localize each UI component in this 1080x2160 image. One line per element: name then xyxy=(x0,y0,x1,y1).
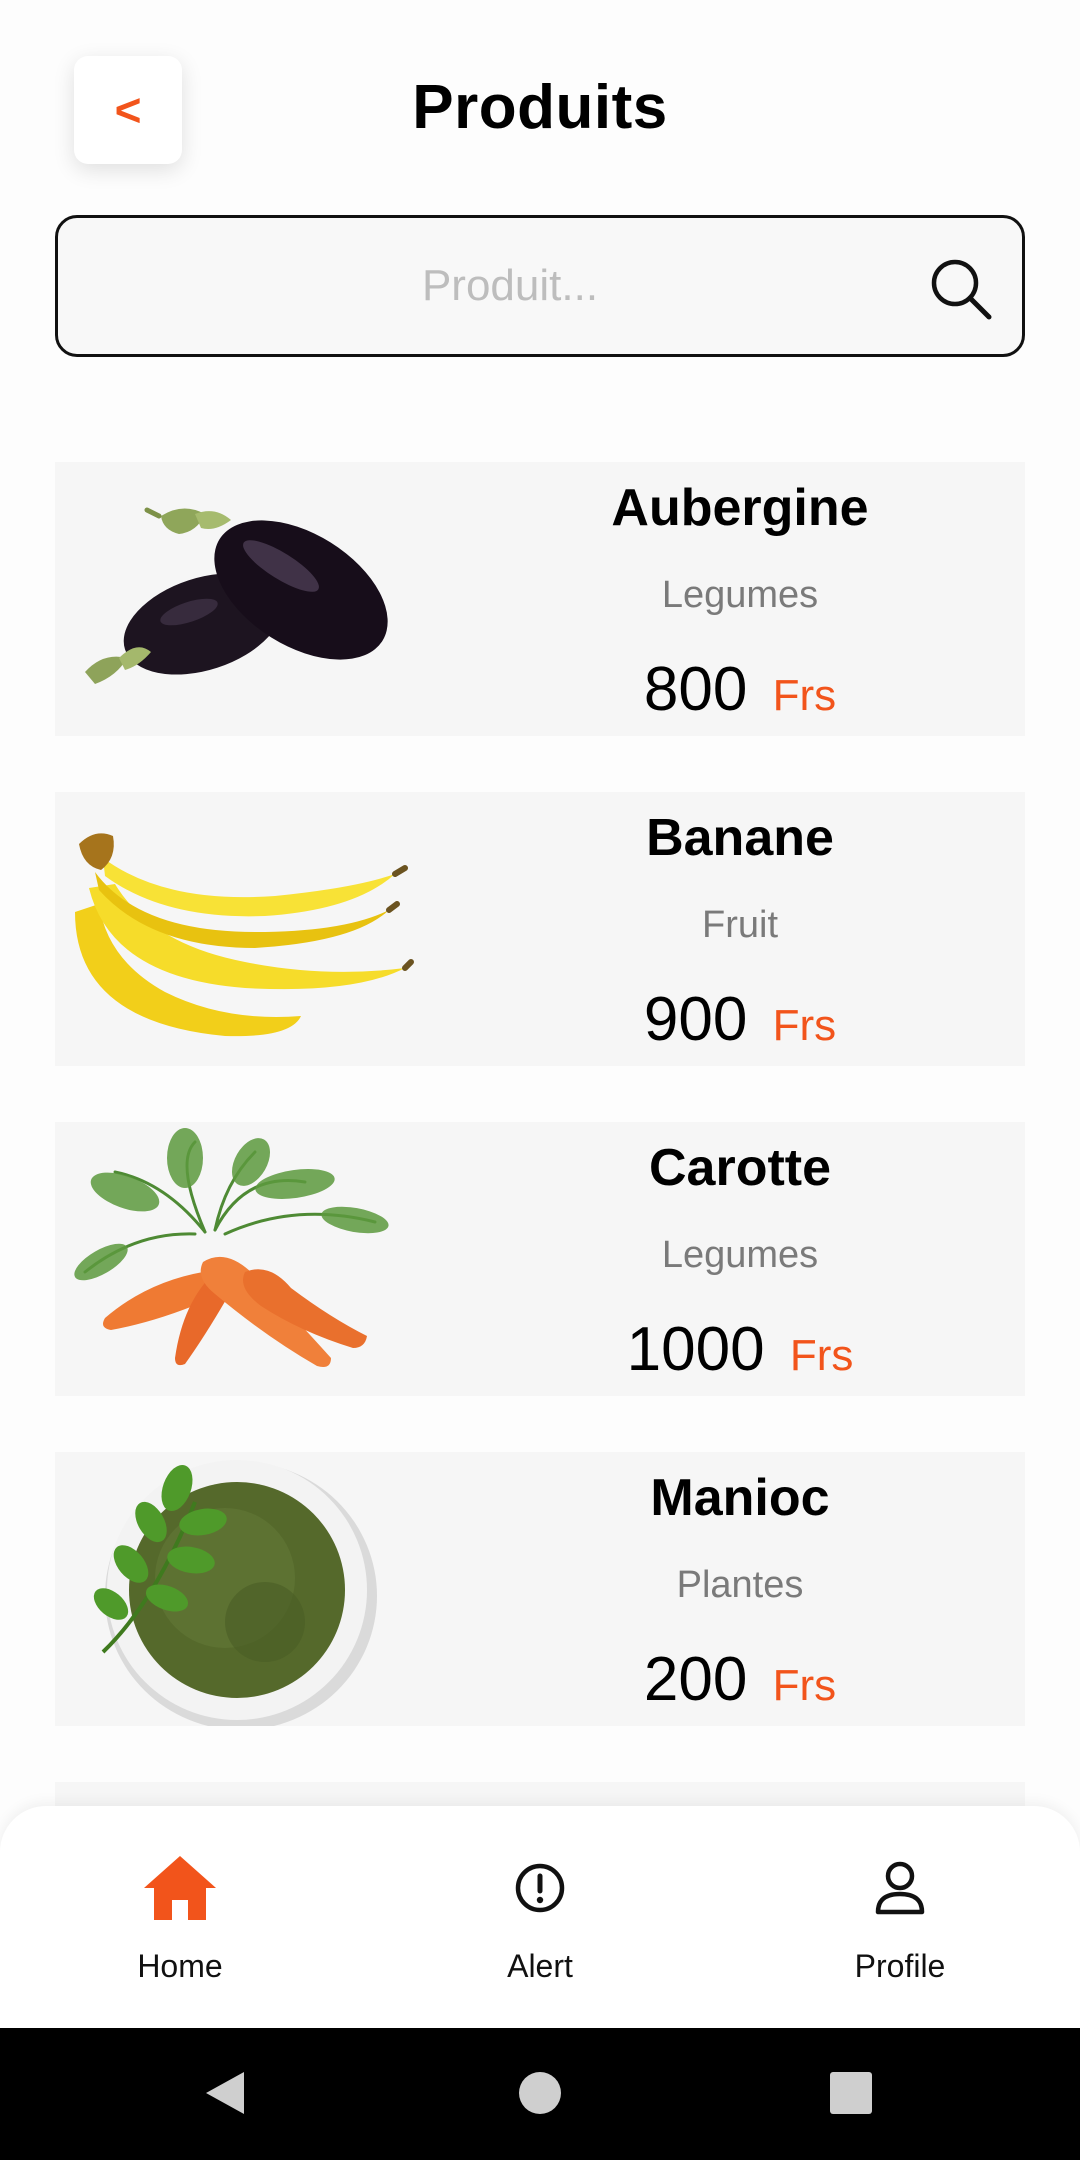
nav-label: Alert xyxy=(507,1948,573,1984)
product-name: Carotte xyxy=(648,1139,832,1197)
product-price-value: 1000 xyxy=(626,1315,765,1384)
product-name: Aubergine xyxy=(611,479,869,537)
carrot-image xyxy=(74,1128,389,1367)
powder-bowl-image xyxy=(93,1460,377,1726)
search-icon[interactable] xyxy=(926,254,996,324)
product-price: 1000 Frs xyxy=(455,1314,1025,1385)
product-price: 800 Frs xyxy=(455,654,1025,725)
product-info: Carotte Legumes 1000 Frs xyxy=(455,1122,1025,1396)
product-price: 200 Frs xyxy=(455,1644,1025,1715)
banana-image xyxy=(75,833,414,1037)
system-home-icon[interactable] xyxy=(515,2068,565,2118)
profile-icon xyxy=(875,1861,925,1915)
product-category: Legumes xyxy=(661,574,819,616)
page-title: Produits xyxy=(412,73,668,142)
system-back-icon[interactable] xyxy=(200,2068,250,2118)
product-category: Plantes xyxy=(676,1564,804,1606)
nav-item-alert[interactable]: Alert xyxy=(420,1806,660,2028)
nav-label: Profile xyxy=(854,1948,946,1984)
product-card-manioc[interactable]: Manioc Plantes 200 Frs xyxy=(55,1452,1025,1726)
search-input[interactable] xyxy=(58,218,1022,354)
product-currency: Frs xyxy=(772,1001,837,1050)
nav-item-profile[interactable]: Profile xyxy=(780,1806,1020,2028)
nav-label: Home xyxy=(137,1948,223,1984)
product-list[interactable]: Aubergine Legumes 800 Frs Banane Fruit 9… xyxy=(55,462,1025,1806)
product-info: Aubergine Legumes 800 Frs xyxy=(455,462,1025,736)
product-price-value: 800 xyxy=(643,655,748,724)
product-price-value: 200 xyxy=(643,1645,748,1714)
eggplant-image xyxy=(85,507,388,684)
product-category: Legumes xyxy=(661,1234,819,1276)
product-card-carotte[interactable]: Carotte Legumes 1000 Frs xyxy=(55,1122,1025,1396)
home-icon xyxy=(144,1856,216,1920)
alert-icon xyxy=(515,1863,565,1913)
product-name: Manioc xyxy=(650,1469,830,1527)
product-currency: Frs xyxy=(772,671,837,720)
nav-item-home[interactable]: Home xyxy=(60,1806,300,2028)
system-recents-icon[interactable] xyxy=(828,2070,874,2116)
product-info: Manioc Plantes 200 Frs xyxy=(455,1452,1025,1726)
product-category: Fruit xyxy=(702,904,778,946)
product-card-banane[interactable]: Banane Fruit 900 Frs xyxy=(55,792,1025,1066)
bottom-nav: Home Alert Profile xyxy=(0,1806,1080,2028)
search-bar[interactable] xyxy=(55,215,1025,357)
product-currency: Frs xyxy=(789,1331,854,1380)
product-name: Banane xyxy=(646,809,834,867)
product-card-aubergine[interactable]: Aubergine Legumes 800 Frs xyxy=(55,462,1025,736)
product-info: Banane Fruit 900 Frs xyxy=(455,792,1025,1066)
product-price-value: 900 xyxy=(643,985,748,1054)
product-price: 900 Frs xyxy=(455,984,1025,1055)
product-card-partial[interactable] xyxy=(55,1782,1025,1806)
product-currency: Frs xyxy=(772,1661,837,1710)
system-nav-bar xyxy=(0,2028,1080,2160)
